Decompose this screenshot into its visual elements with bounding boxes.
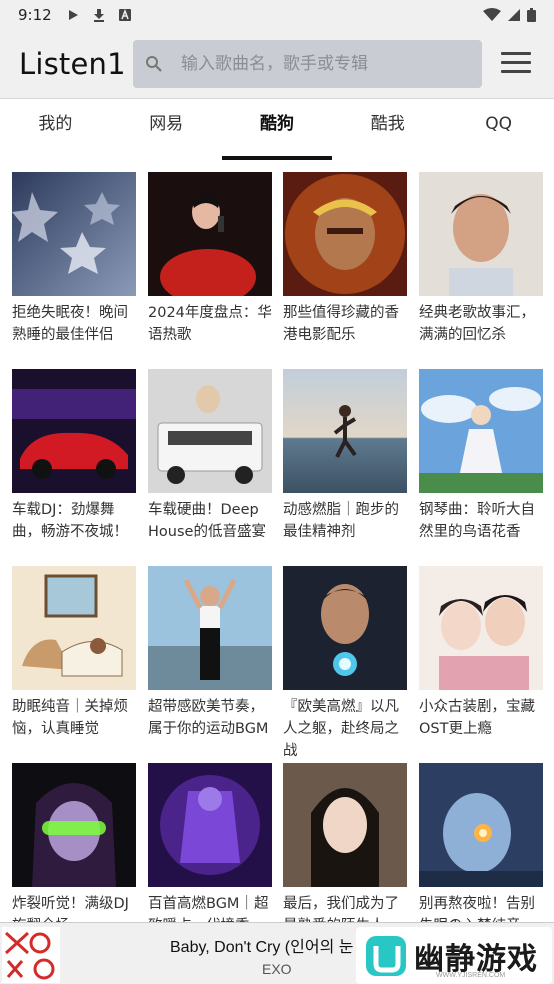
playlist-cover: [283, 172, 407, 296]
playlist-cover: [419, 369, 543, 493]
status-bar: 9:12: [0, 0, 554, 30]
playlist-title: 钢琴曲：聆听大自然里的鸟语花香: [419, 502, 535, 540]
playlist-card[interactable]: 助眠纯音｜关掉烦恼，认真睡觉: [12, 566, 136, 740]
now-playing-title: Baby, Don't Cry (인어의 눈: [170, 939, 354, 956]
watermark-url: WWW.YJISREN.COM: [436, 972, 506, 979]
signal-icon: [508, 9, 520, 21]
search-icon: [146, 56, 162, 72]
hamburger-menu-icon[interactable]: [501, 52, 531, 76]
playlist-title: 助眠纯音｜关掉烦恼，认真睡觉: [12, 699, 128, 737]
playlist-card[interactable]: 经典老歌故事汇，满满的回忆杀: [419, 172, 543, 346]
playlist-card[interactable]: 2024年度盘点：华语热歌: [148, 172, 272, 346]
playlist-cover: [12, 172, 136, 296]
tab-mine[interactable]: 我的: [0, 99, 111, 160]
playlist-card[interactable]: 车载硬曲！Deep House的低音盛宴: [148, 369, 272, 543]
now-playing-artist: EXO: [262, 961, 292, 977]
playlist-card[interactable]: 别再熬夜啦！告别失眠の入梦纯音: [419, 763, 543, 937]
playlist-cover: [148, 566, 272, 690]
playlist-card[interactable]: 小众古装剧，宝藏OST更上瘾: [419, 566, 543, 740]
search-box[interactable]: [133, 40, 482, 88]
playlist-card[interactable]: 那些值得珍藏的香港电影配乐: [283, 172, 407, 346]
playlist-cover: [12, 369, 136, 493]
playlist-cover: [419, 566, 543, 690]
wifi-icon: [483, 8, 501, 21]
playlist-card[interactable]: 炸裂听觉！满级DJ旋翻全场: [12, 763, 136, 937]
app-bar: Listen1: [0, 30, 554, 98]
tab-netease[interactable]: 网易: [111, 99, 222, 160]
playlist-title: 『欧美高燃』以凡人之躯，赴终局之战: [283, 699, 399, 759]
accessibility-icon: [118, 8, 131, 21]
player-cover[interactable]: [2, 927, 60, 983]
playlist-card[interactable]: 最后，我们成为了最熟悉的陌生人: [283, 763, 407, 937]
playlist-card[interactable]: 动感燃脂｜跑步的最佳精神剂: [283, 369, 407, 543]
tab-qq[interactable]: QQ: [443, 99, 554, 160]
play-icon: [68, 10, 78, 20]
playlist-title: 拒绝失眠夜！晚间熟睡的最佳伴侣: [12, 305, 128, 343]
tab-kuwo[interactable]: 酷我: [332, 99, 443, 160]
tab-kugou[interactable]: 酷狗: [221, 99, 333, 160]
playlist-title: 超带感欧美节奏，属于你的运动BGM: [148, 699, 269, 737]
status-time: 9:12: [18, 6, 52, 24]
playlist-title: 小众古装剧，宝藏OST更上瘾: [419, 699, 535, 737]
playlist-cover: [148, 369, 272, 493]
watermark-logo-icon: [366, 935, 406, 976]
playlist-card[interactable]: 拒绝失眠夜！晚间熟睡的最佳伴侣: [12, 172, 136, 346]
playlist-cover: [12, 763, 136, 887]
playlist-card[interactable]: 超带感欧美节奏，属于你的运动BGM: [148, 566, 272, 740]
playlist-cover: [283, 763, 407, 887]
source-tabs: 我的 网易 酷狗 酷我 QQ: [0, 98, 554, 160]
playlist-cover: [283, 369, 407, 493]
playlist-cover: [148, 172, 272, 296]
watermark-text: 幽静游戏: [414, 941, 538, 977]
battery-icon: [527, 8, 536, 22]
playlist-card[interactable]: 百首高燃BGM｜超致暖占，代境秀: [148, 763, 272, 937]
playlist-title: 车载DJ：劲爆舞曲，畅游不夜城！: [12, 502, 128, 540]
playlist-cover: [419, 172, 543, 296]
playlist-cover: [419, 763, 543, 887]
playlist-title: 经典老歌故事汇，满满的回忆杀: [419, 305, 535, 343]
download-icon: [93, 9, 104, 22]
playlist-card[interactable]: 『欧美高燃』以凡人之躯，赴终局之战: [283, 566, 407, 762]
playlist-title: 那些值得珍藏的香港电影配乐: [283, 305, 399, 343]
search-input[interactable]: [181, 54, 471, 74]
app-title: Listen1: [19, 47, 126, 81]
playlist-cover: [148, 763, 272, 887]
playlist-card[interactable]: 车载DJ：劲爆舞曲，畅游不夜城！: [12, 369, 136, 543]
playlist-title: 动感燃脂｜跑步的最佳精神剂: [283, 502, 399, 540]
playlist-title: 车载硬曲！Deep House的低音盛宴: [148, 502, 266, 540]
playlist-cover: [12, 566, 136, 690]
playlist-title: 2024年度盘点：华语热歌: [148, 305, 272, 343]
playlist-cover: [283, 566, 407, 690]
playlist-card[interactable]: 钢琴曲：聆听大自然里的鸟语花香: [419, 369, 543, 543]
